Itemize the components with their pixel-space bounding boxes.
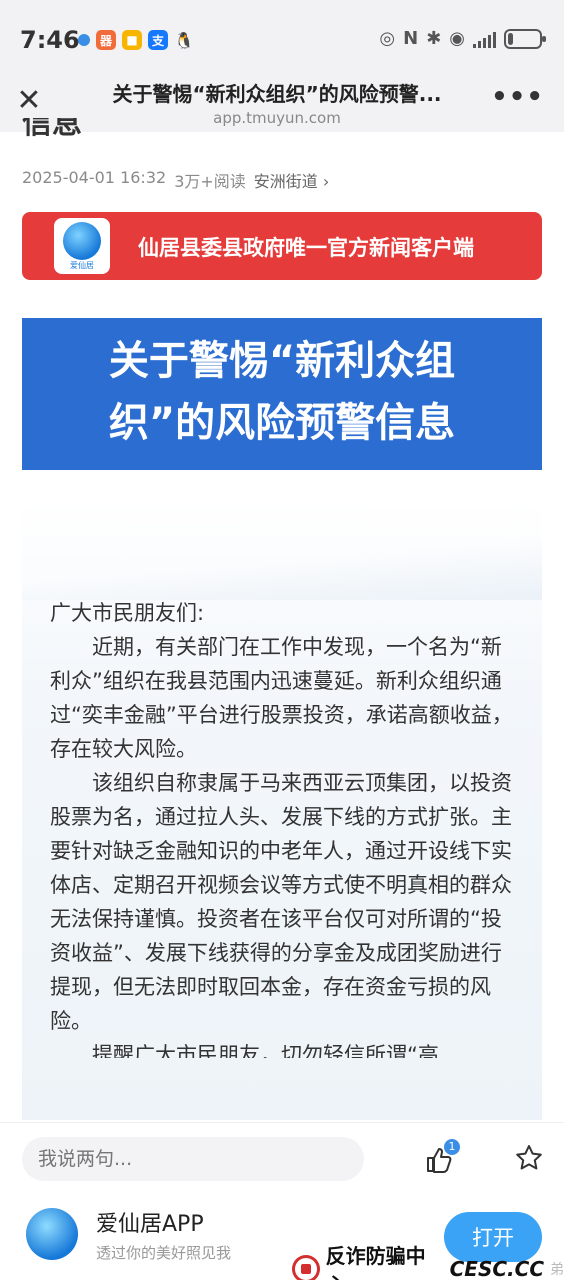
watermark-logo-icon (292, 1255, 320, 1280)
signal-icon (473, 30, 496, 48)
close-icon[interactable]: ✕ (16, 86, 42, 116)
headline-line-1: 关于警惕“新利众组 (108, 338, 456, 384)
paragraph: 提醒广大市民朋友，切勿轻信所谓“高 (92, 1043, 439, 1058)
app-icon (78, 34, 90, 46)
app-banner: 爱仙居 仙居县委县政府唯一官方新闻客户端 (22, 212, 542, 280)
star-icon[interactable] (514, 1143, 544, 1173)
qq-icon: 🐧 (174, 30, 194, 50)
comment-input[interactable] (22, 1137, 364, 1181)
n-icon: N (403, 28, 419, 49)
greeting: 广大市民朋友们: (50, 601, 205, 625)
page-title: 关于警惕“新利众组织”的风险预警... (112, 82, 442, 106)
promo-app-name: 爱仙居APP (96, 1212, 204, 1237)
app-logo-icon (26, 1208, 78, 1260)
article-meta: 2025-04-01 16:32 3万+阅读 安洲街道 › (22, 168, 329, 192)
app-logo-icon: 爱仙居 (54, 218, 110, 274)
status-bar: 7:46 器 ■ 支 🐧 ◎ N ✱ ◉ (0, 0, 564, 78)
battery-icon (504, 28, 546, 49)
notification-icons: 器 ■ 支 🐧 (78, 30, 194, 50)
headline-banner: 关于警惕“新利众组 织”的风险预警信息 (22, 318, 542, 470)
hotspot-icon: ◉ (449, 28, 465, 49)
page-url: app.tmuyun.com (213, 109, 341, 127)
headline-line-2: 织”的风险预警信息 (108, 400, 456, 446)
watermark-text: 反诈防骗中心 (325, 1244, 426, 1280)
article-title-tail: 信息 (22, 118, 82, 138)
watermark-tail: 弟 (550, 1262, 564, 1278)
browser-title-bar: ✕ 关于警惕“新利众组织”的风险预警... app.tmuyun.com ••• (0, 78, 564, 132)
bluetooth-icon: ✱ (426, 28, 442, 49)
banner-text: 仙居县委县政府唯一官方新闻客户端 (138, 236, 474, 260)
more-icon[interactable]: ••• (491, 82, 544, 112)
paragraph: 近期，有关部门在工作中发现，一个名为“新利众”组织在我县范围内迅速蔓延。新利众组… (50, 635, 513, 761)
app-icon: ■ (122, 30, 142, 50)
status-time: 7:46 (20, 26, 80, 54)
app-icon: 器 (96, 30, 116, 50)
promo-slogan: 透过你的美好照见我 (96, 1244, 232, 1262)
comment-bar: 1 (0, 1122, 564, 1194)
paragraph: 该组织自称隶属于马来西亚云顶集团，以投资股票为名，通过拉人头、发展下线的方式扩张… (50, 771, 512, 1033)
watermark-site: CESC.CC (449, 1257, 544, 1280)
article-body: 广大市民朋友们: 近期，有关部门在工作中发现，一个名为“新利众”组织在我县范围内… (50, 596, 520, 1058)
alipay-icon: 支 (148, 30, 168, 50)
watermark: 反诈防骗中心 CESC.CC 弟 (292, 1240, 564, 1280)
nfc-icon: ◎ (379, 28, 396, 49)
logo-caption: 爱仙居 (70, 261, 94, 270)
source-link[interactable]: 安洲街道 › (254, 168, 330, 192)
like-count-badge: 1 (444, 1139, 460, 1155)
publish-date: 2025-04-01 16:32 (22, 168, 167, 187)
system-icons: ◎ N ✱ ◉ (379, 28, 546, 49)
battery-level (508, 32, 514, 45)
read-count: 3万+阅读 (174, 172, 246, 191)
